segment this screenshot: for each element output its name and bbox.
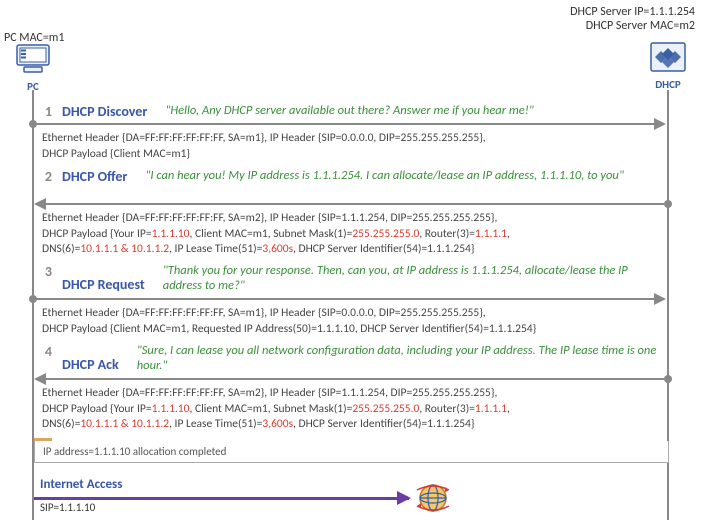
step-number: 4: [40, 343, 52, 360]
detail-line: Ethernet Header {DA=FF:FF:FF:FF:FF:FF, S…: [42, 306, 660, 322]
allocation-completed-box: IP address=1.1.1.10 allocation completed: [34, 441, 669, 463]
detail-line: DNS(6)=10.1.1.1 & 10.1.1.2, IP Lease Tim…: [42, 242, 660, 258]
detail-line: DNS(6)=10.1.1.1 & 10.1.1.2, IP Lease Tim…: [42, 417, 660, 433]
msg-quote: "I can hear you! My IP address is 1.1.1.…: [137, 168, 660, 183]
internet-arrow: [34, 497, 409, 500]
msg-quote: "Thank you for your response. Then, can …: [155, 263, 660, 293]
msg-title: DHCP Offer: [62, 168, 127, 185]
msg-quote: "Hello, Any DHCP server available out th…: [157, 103, 660, 118]
dhcp-server-labels: DHCP Server IP=1.1.1.254 DHCP Server MAC…: [570, 5, 695, 33]
msg-request-details: Ethernet Header {DA=FF:FF:FF:FF:FF:FF, S…: [40, 302, 660, 337]
msg-title: DHCP Ack: [62, 356, 119, 373]
dhcp-mac-label: DHCP Server MAC=m2: [570, 19, 695, 33]
msg-discover: 1 DHCP Discover "Hello, Any DHCP server …: [40, 103, 660, 120]
dhcp-ip-label: DHCP Server IP=1.1.1.254: [570, 5, 695, 19]
msg-offer-details: Ethernet Header {DA=FF:FF:FF:FF:FF:FF, S…: [40, 207, 660, 258]
detail-line: Ethernet Header {DA=FF:FF:FF:FF:FF:FF, S…: [42, 211, 660, 227]
internet-access: Internet Access: [40, 477, 660, 492]
pc-node: PC: [16, 44, 50, 93]
detail-line: Ethernet Header {DA=FF:FF:FF:FF:FF:FF, S…: [42, 131, 660, 147]
step-number: 3: [40, 263, 52, 280]
lifeline-dot: [664, 200, 672, 208]
sip-label: SIP=1.1.1.10: [40, 501, 660, 514]
computer-icon: [16, 44, 50, 74]
msg-quote: "Sure, I can lease you all network confi…: [129, 343, 660, 373]
dhcp-node: DHCP: [650, 42, 686, 91]
msg-title: DHCP Discover: [62, 103, 147, 120]
msg-request: 3 DHCP Request "Thank you for your respo…: [40, 263, 660, 293]
internet-sip: SIP=1.1.1.10: [40, 501, 660, 514]
msg-discover-details: Ethernet Header {DA=FF:FF:FF:FF:FF:FF, S…: [40, 127, 660, 162]
arrow-offer: [36, 203, 664, 205]
detail-line: Ethernet Header {DA=FF:FF:FF:FF:FF:FF, S…: [42, 386, 660, 402]
msg-offer: 2 DHCP Offer "I can hear you! My IP addr…: [40, 168, 660, 185]
arrow-request: [36, 298, 664, 300]
step-number: 1: [40, 103, 52, 120]
internet-title: Internet Access: [40, 477, 660, 492]
detail-line: DHCP Payload {Client MAC=m1, Requested I…: [42, 322, 660, 338]
allocation-text: IP address=1.1.1.10 allocation completed: [43, 445, 226, 458]
msg-ack-details: Ethernet Header {DA=FF:FF:FF:FF:FF:FF, S…: [40, 382, 660, 433]
step-number: 2: [40, 168, 52, 185]
detail-line: DHCP Payload {Your IP=1.1.1.10, Client M…: [42, 402, 660, 418]
detail-line: DHCP Payload {Client MAC=m1}: [42, 147, 660, 163]
lifeline-dot: [664, 375, 672, 383]
detail-line: DHCP Payload {Your IP=1.1.1.10, Client M…: [42, 227, 660, 243]
arrow-discover: [36, 123, 664, 125]
globe-icon: [414, 480, 452, 516]
dhcp-server-icon: [650, 42, 686, 72]
arrow-ack: [36, 378, 664, 380]
pc-mac-label: PC MAC=m1: [4, 31, 64, 45]
msg-title: DHCP Request: [62, 276, 145, 293]
msg-ack: 4 DHCP Ack "Sure, I can lease you all ne…: [40, 343, 660, 373]
